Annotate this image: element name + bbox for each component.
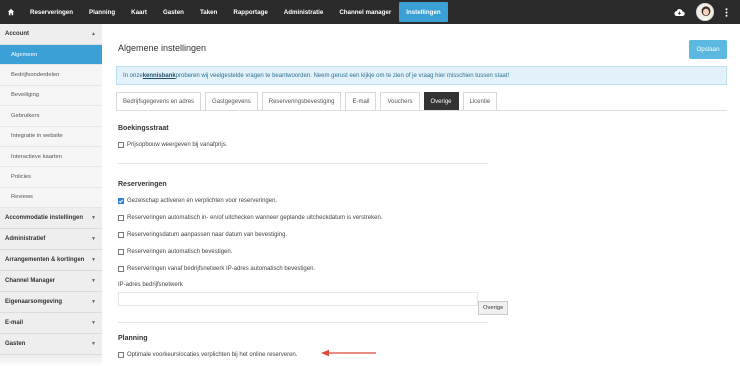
sidebar-section-label: Arrangementen & kortingen bbox=[5, 257, 85, 264]
sidebar-section-channel-manager[interactable]: Channel Manager ▼ bbox=[0, 271, 102, 293]
section-divider bbox=[118, 322, 488, 323]
option-prijsopbouw[interactable]: Prijsopbouw weergeven bij vanafprijs. bbox=[118, 142, 227, 148]
chevron-down-icon: ▼ bbox=[91, 278, 96, 285]
tab-overige[interactable]: Overige bbox=[423, 92, 459, 110]
section-title-planning: Planning bbox=[118, 335, 148, 342]
bottom-fade bbox=[0, 356, 740, 366]
more-vertical-icon[interactable] bbox=[725, 7, 728, 17]
info-text-before: In onze bbox=[123, 72, 143, 79]
cloud-download-icon[interactable] bbox=[674, 8, 685, 17]
checkbox-label: Reserveringen vanaf bedrijfsnetwerk IP-a… bbox=[127, 266, 316, 272]
sidebar-section-label: Administratief bbox=[5, 236, 46, 243]
nav-gasten[interactable]: Gasten bbox=[155, 0, 192, 24]
tab-gastgegevens[interactable]: Gastgegevens bbox=[205, 92, 258, 110]
checkbox-label: Reserveringen automatisch bevestigen. bbox=[127, 249, 233, 255]
settings-tabs: Bedrijfsgegevens en adres Gastgegevens R… bbox=[116, 92, 501, 110]
page-title: Algemene instellingen bbox=[118, 43, 207, 53]
checkbox-label: Gezelschap activeren en verplichten voor… bbox=[127, 198, 278, 204]
sidebar-section-label: Eigenaarsomgeving bbox=[5, 299, 63, 306]
sidebar-item-interactieve-kaarten[interactable]: Interactieve kaarten bbox=[0, 146, 102, 168]
checkbox-checked[interactable] bbox=[118, 198, 124, 204]
checkbox[interactable] bbox=[118, 249, 124, 255]
sidebar-item-algemeen[interactable]: Algemeen bbox=[0, 45, 102, 66]
sidebar-item-bedrijfsonderdelen[interactable]: Bedrijfsonderdelen bbox=[0, 65, 102, 86]
sidebar-section-arrangementen-kortingen[interactable]: Arrangementen & kortingen ▼ bbox=[0, 250, 102, 272]
sidebar-section-email[interactable]: E-mail ▼ bbox=[0, 313, 102, 335]
nav-planning[interactable]: Planning bbox=[81, 0, 123, 24]
home-icon bbox=[7, 8, 15, 16]
save-button[interactable]: Opslaan bbox=[689, 40, 727, 59]
tab-divider bbox=[116, 110, 727, 111]
nav-taken[interactable]: Taken bbox=[192, 0, 225, 24]
nav-channel-manager[interactable]: Channel manager bbox=[331, 0, 399, 24]
section-divider bbox=[118, 163, 488, 164]
checkbox-label: Reserveringsdatum aanpassen naar datum v… bbox=[127, 232, 288, 238]
checkbox[interactable] bbox=[118, 266, 124, 272]
nav-administratie[interactable]: Administratie bbox=[276, 0, 332, 24]
tab-email[interactable]: E-mail bbox=[345, 92, 377, 110]
checkbox-label: Prijsopbouw weergeven bij vanafprijs. bbox=[127, 142, 228, 148]
info-banner: In onze kennisbank proberen wij veelgest… bbox=[116, 66, 727, 85]
sidebar-item-policies[interactable]: Policies bbox=[0, 167, 102, 188]
override-button[interactable]: Overige bbox=[478, 301, 509, 315]
chevron-down-icon: ▼ bbox=[91, 236, 96, 243]
settings-sidebar: Account ▲ Algemeen Bedrijfsonderdelen Be… bbox=[0, 24, 102, 366]
sidebar-item-beveiliging[interactable]: Beveiliging bbox=[0, 85, 102, 107]
sidebar-section-gasten[interactable]: Gasten ▼ bbox=[0, 334, 102, 356]
tab-bedrijfsgegevens-en-adres[interactable]: Bedrijfsgegevens en adres bbox=[116, 92, 202, 110]
sidebar-item-reviews[interactable]: Reviews bbox=[0, 187, 102, 209]
option-auto-inchecken[interactable]: Reserveringen automatisch in- en/of uitc… bbox=[118, 215, 382, 221]
chevron-up-icon: ▲ bbox=[91, 31, 96, 37]
sidebar-section-label: Gasten bbox=[5, 341, 26, 348]
user-avatar[interactable] bbox=[696, 3, 714, 21]
option-auto-bevestigen[interactable]: Reserveringen automatisch bevestigen. bbox=[118, 249, 232, 255]
knowledge-base-link[interactable]: kennisbank bbox=[143, 73, 176, 79]
option-datum-aanpassen[interactable]: Reserveringsdatum aanpassen naar datum v… bbox=[118, 232, 287, 238]
chevron-down-icon: ▼ bbox=[91, 215, 96, 222]
chevron-down-icon: ▼ bbox=[91, 299, 96, 306]
top-navigation-bar: Reserveringen Planning Kaart Gasten Take… bbox=[0, 0, 740, 24]
section-title-boekingsstraat: Boekingsstraat bbox=[118, 125, 169, 132]
option-ip-bevestigen[interactable]: Reserveringen vanaf bedrijfsnetwerk IP-a… bbox=[118, 266, 315, 272]
main-content: Algemene instellingen Opslaan In onze ke… bbox=[102, 24, 740, 366]
home-button[interactable] bbox=[0, 0, 22, 24]
sidebar-section-administratief[interactable]: Administratief ▼ bbox=[0, 229, 102, 251]
chevron-down-icon: ▼ bbox=[91, 341, 96, 348]
ip-address-input[interactable] bbox=[118, 292, 478, 306]
nav-rapportage[interactable]: Rapportage bbox=[225, 0, 275, 24]
nav-instellingen[interactable]: Instellingen bbox=[399, 2, 448, 22]
tab-reserveringsbevestiging[interactable]: Reserveringsbevestiging bbox=[261, 92, 342, 110]
nav-kaart[interactable]: Kaart bbox=[123, 0, 155, 24]
chevron-down-icon: ▼ bbox=[91, 320, 96, 327]
sidebar-item-gebruikers[interactable]: Gebruikers bbox=[0, 106, 102, 127]
sidebar-section-accommodatie-instellingen[interactable]: Accommodatie instellingen ▼ bbox=[0, 208, 102, 230]
ip-address-label: IP-adres bedrijfsnetwerk bbox=[118, 282, 183, 288]
sidebar-section-label: Channel Manager bbox=[5, 278, 56, 285]
nav-reserveringen[interactable]: Reserveringen bbox=[22, 0, 81, 24]
checkbox-label: Reserveringen automatisch in- en/of uitc… bbox=[127, 215, 383, 221]
sidebar-section-eigenaarsomgeving[interactable]: Eigenaarsomgeving ▼ bbox=[0, 292, 102, 314]
sidebar-item-integratie-in-website[interactable]: Integratie in website bbox=[0, 126, 102, 147]
sidebar-section-label: Account bbox=[5, 31, 29, 37]
info-text-after: proberen wij veelgestelde vragen te bean… bbox=[175, 72, 510, 79]
checkbox[interactable] bbox=[118, 232, 124, 238]
tab-licentie[interactable]: Licentie bbox=[462, 92, 498, 110]
sidebar-section-account[interactable]: Account ▲ bbox=[0, 24, 102, 45]
option-gezelschap[interactable]: Gezelschap activeren en verplichten voor… bbox=[118, 198, 277, 204]
section-title-reserveringen: Reserveringen bbox=[118, 181, 167, 188]
checkbox[interactable] bbox=[118, 215, 124, 221]
sidebar-section-label: E-mail bbox=[5, 320, 24, 327]
sidebar-section-label: Accommodatie instellingen bbox=[5, 215, 84, 222]
tab-vouchers[interactable]: Vouchers bbox=[380, 92, 420, 110]
chevron-down-icon: ▼ bbox=[91, 257, 96, 264]
checkbox[interactable] bbox=[118, 142, 124, 148]
